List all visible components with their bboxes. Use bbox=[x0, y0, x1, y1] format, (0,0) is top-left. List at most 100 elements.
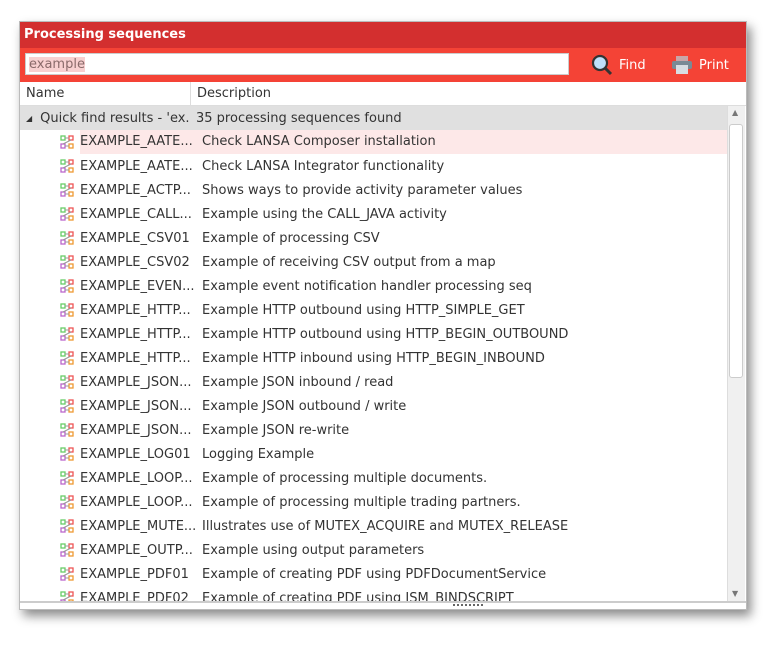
scroll-down-arrow-icon[interactable]: ▼ bbox=[732, 589, 738, 598]
sequence-icon bbox=[60, 327, 74, 341]
list-item[interactable]: EXAMPLE_PDF01 Example of creating PDF usi… bbox=[20, 562, 727, 586]
item-name: EXAMPLE_JSON... bbox=[80, 398, 192, 414]
collapse-triangle-icon[interactable]: ◢ bbox=[26, 114, 32, 123]
list-item[interactable]: EXAMPLE_LOOP... Example of processing mul… bbox=[20, 490, 727, 514]
sequence-icon bbox=[60, 423, 74, 437]
item-description: Check LANSA Composer installation bbox=[196, 130, 727, 154]
sequence-list: ◢ Quick find results - 'ex... 35 process… bbox=[20, 106, 727, 601]
processing-sequences-window: Processing sequences example Find Print … bbox=[19, 21, 747, 610]
item-description: Example of creating PDF using JSM_BINDSC… bbox=[202, 590, 514, 602]
list-item[interactable]: EXAMPLE_CSV01 Example of processing CSV bbox=[20, 226, 727, 250]
item-description: Example of processing CSV bbox=[202, 230, 380, 246]
list-item[interactable]: EXAMPLE_CALL... Example using the CALL_JA… bbox=[20, 202, 727, 226]
item-description: Example JSON re-write bbox=[202, 422, 350, 438]
item-description: Logging Example bbox=[202, 446, 315, 462]
item-name: EXAMPLE_PDF01 bbox=[80, 566, 189, 582]
sequence-icon bbox=[60, 471, 74, 485]
sequence-icon bbox=[60, 399, 74, 413]
search-icon bbox=[591, 54, 613, 76]
list-item[interactable]: EXAMPLE_JSON... Example JSON re-write bbox=[20, 418, 727, 442]
item-description: Check LANSA Integrator functionality bbox=[202, 158, 445, 174]
item-name: EXAMPLE_ACTP... bbox=[80, 182, 191, 198]
sequence-icon bbox=[60, 375, 74, 389]
list-item[interactable]: EXAMPLE_JSON... Example JSON inbound / re… bbox=[20, 370, 727, 394]
item-description: Example HTTP outbound using HTTP_BEGIN_O… bbox=[202, 326, 569, 342]
sequence-icon bbox=[60, 447, 74, 461]
item-name: EXAMPLE_CSV01 bbox=[80, 230, 190, 246]
item-description: Example event notification handler proce… bbox=[202, 278, 532, 294]
sequence-icon bbox=[60, 207, 74, 221]
sequence-icon bbox=[60, 159, 74, 173]
scrollbar-thumb[interactable] bbox=[729, 124, 743, 378]
item-name: EXAMPLE_HTTP... bbox=[80, 326, 191, 342]
list-item[interactable]: EXAMPLE_CSV02 Example of receiving CSV ou… bbox=[20, 250, 727, 274]
list-item[interactable]: EXAMPLE_JSON... Example JSON outbound / w… bbox=[20, 394, 727, 418]
sequence-icon bbox=[60, 519, 74, 533]
item-name: EXAMPLE_CALL... bbox=[80, 206, 192, 222]
item-name: EXAMPLE_JSON... bbox=[80, 422, 192, 438]
list-item[interactable]: EXAMPLE_EVEN... Example event notificatio… bbox=[20, 274, 727, 298]
scroll-up-arrow-icon[interactable]: ▲ bbox=[732, 108, 738, 117]
search-input[interactable]: example bbox=[25, 53, 569, 75]
group-name-cell: ◢ Quick find results - 'ex... bbox=[20, 111, 190, 126]
item-description: Example JSON inbound / read bbox=[202, 374, 394, 390]
sequence-icon bbox=[60, 135, 74, 149]
group-row[interactable]: ◢ Quick find results - 'ex... 35 process… bbox=[20, 106, 727, 130]
item-description: Example JSON outbound / write bbox=[202, 398, 407, 414]
item-name: EXAMPLE_AATE... bbox=[80, 130, 196, 154]
item-name: EXAMPLE_MUTE... bbox=[80, 518, 196, 534]
item-description: Illustrates use of MUTEX_ACQUIRE and MUT… bbox=[202, 518, 569, 534]
list-item[interactable]: EXAMPLE_AATE... Check LANSA Composer inst… bbox=[20, 130, 727, 154]
list-item[interactable]: EXAMPLE_HTTP... Example HTTP outbound usi… bbox=[20, 322, 727, 346]
printer-icon bbox=[672, 56, 692, 74]
item-description: Example HTTP outbound using HTTP_SIMPLE_… bbox=[202, 302, 525, 318]
column-header-name[interactable]: Name bbox=[20, 82, 191, 105]
sequence-icon bbox=[60, 495, 74, 509]
item-name: EXAMPLE_LOG01 bbox=[80, 446, 191, 462]
column-header-description[interactable]: Description bbox=[191, 82, 271, 105]
list-item[interactable]: EXAMPLE_AATE... Check LANSA Integrator fu… bbox=[20, 154, 727, 178]
toolbar: example Find Print bbox=[20, 48, 746, 82]
sequence-icon bbox=[60, 231, 74, 245]
group-name: Quick find results - 'ex... bbox=[40, 110, 190, 126]
item-description: Example HTTP inbound using HTTP_BEGIN_IN… bbox=[202, 350, 545, 366]
group-description: 35 processing sequences found bbox=[196, 110, 402, 126]
item-name: EXAMPLE_OUTP... bbox=[80, 542, 193, 558]
item-description: Example of processing multiple documents… bbox=[202, 470, 488, 486]
list-item[interactable]: EXAMPLE_ACTP... Shows ways to provide act… bbox=[20, 178, 727, 202]
item-name: EXAMPLE_EVEN... bbox=[80, 278, 195, 294]
item-name: EXAMPLE_AATE... bbox=[80, 158, 193, 174]
find-button[interactable]: Find bbox=[591, 53, 646, 77]
item-name: EXAMPLE_HTTP... bbox=[80, 350, 191, 366]
column-headers: Name Description bbox=[20, 82, 746, 106]
resize-grip-icon[interactable] bbox=[453, 604, 483, 606]
list-item[interactable]: EXAMPLE_MUTE... Illustrates use of MUTEX_… bbox=[20, 514, 727, 538]
item-description: Example using the CALL_JAVA activity bbox=[202, 206, 447, 222]
find-label: Find bbox=[619, 57, 646, 73]
sequence-icon bbox=[60, 591, 74, 601]
sequence-icon bbox=[60, 567, 74, 581]
resize-bar[interactable] bbox=[20, 601, 746, 609]
item-description: Example using output parameters bbox=[202, 542, 425, 558]
window-title: Processing sequences bbox=[20, 22, 746, 48]
list-item[interactable]: EXAMPLE_HTTP... Example HTTP outbound usi… bbox=[20, 298, 727, 322]
item-description: Example of creating PDF using PDFDocumen… bbox=[202, 566, 547, 582]
sequence-icon bbox=[60, 183, 74, 197]
list-item[interactable]: EXAMPLE_OUTP... Example using output para… bbox=[20, 538, 727, 562]
item-name: EXAMPLE_LOOP... bbox=[80, 494, 193, 510]
list-item[interactable]: EXAMPLE_LOG01 Logging Example bbox=[20, 442, 727, 466]
sequence-icon bbox=[60, 255, 74, 269]
item-name: EXAMPLE_HTTP... bbox=[80, 302, 191, 318]
sequence-icon bbox=[60, 303, 74, 317]
sequence-icon bbox=[60, 543, 74, 557]
item-description: Example of receiving CSV output from a m… bbox=[202, 254, 496, 270]
item-name: EXAMPLE_PDF02 bbox=[80, 590, 189, 602]
vertical-scrollbar[interactable]: ▲ ▼ bbox=[727, 106, 745, 602]
sequence-icon bbox=[60, 351, 74, 365]
list-item[interactable]: EXAMPLE_PDF02 Example of creating PDF usi… bbox=[20, 586, 727, 601]
list-item[interactable]: EXAMPLE_LOOP... Example of processing mul… bbox=[20, 466, 727, 490]
list-item[interactable]: EXAMPLE_HTTP... Example HTTP inbound usin… bbox=[20, 346, 727, 370]
search-value: example bbox=[29, 57, 85, 72]
print-label: Print bbox=[699, 57, 729, 73]
print-button[interactable]: Print bbox=[671, 53, 729, 77]
